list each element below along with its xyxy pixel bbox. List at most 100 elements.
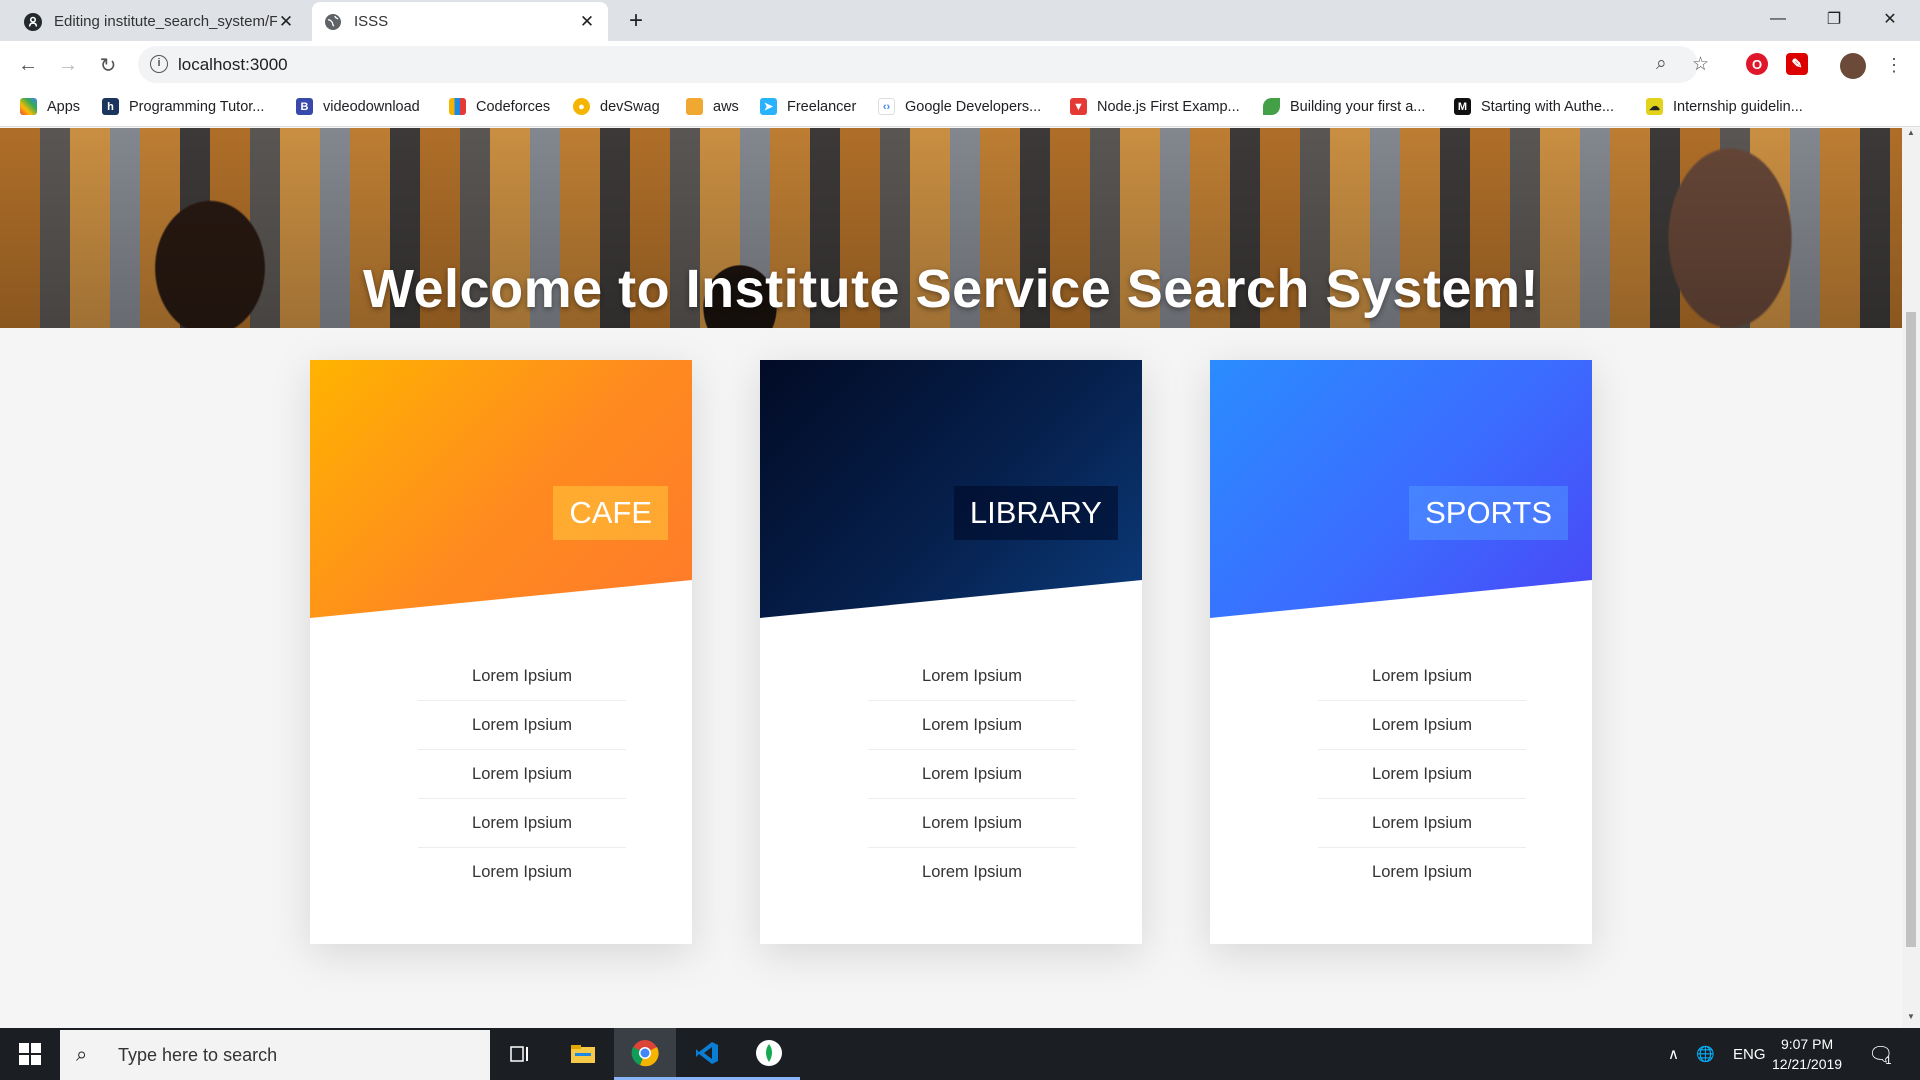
list-item[interactable]: Lorem Ipsium	[418, 799, 626, 848]
avatar[interactable]	[1840, 53, 1866, 79]
list-item[interactable]: Lorem Ipsium	[1318, 848, 1526, 897]
close-icon[interactable]: ✕	[277, 12, 295, 32]
bookmarks-bar: Apps h Programming Tutor... Bvideodownloa…	[0, 89, 1920, 127]
card-cafe[interactable]: CAFE Lorem Ipsium Lorem Ipsium Lorem Ips…	[310, 360, 692, 944]
clock-date: 12/21/2019	[1772, 1056, 1843, 1072]
clock-time: 9:07 PM	[1780, 1036, 1834, 1052]
card-list: Lorem Ipsium Lorem Ipsium Lorem Ipsium L…	[418, 652, 626, 897]
reload-icon[interactable]: ↻	[94, 51, 122, 79]
list-item[interactable]: Lorem Ipsium	[868, 701, 1076, 750]
opera-icon[interactable]: O	[1746, 53, 1768, 75]
close-icon[interactable]: ✕	[578, 12, 596, 32]
h-icon: h	[102, 98, 119, 115]
close-window-icon[interactable]: ✕	[1862, 0, 1918, 38]
list-item[interactable]: Lorem Ipsium	[1318, 652, 1526, 701]
github-icon	[24, 12, 42, 31]
card-list: Lorem Ipsium Lorem Ipsium Lorem Ipsium L…	[868, 652, 1076, 897]
tray-chevron-icon[interactable]: ∧	[1668, 1028, 1679, 1080]
windows-start-icon[interactable]	[0, 1028, 60, 1080]
clock[interactable]: 9:07 PM 12/21/2019	[1772, 1028, 1842, 1080]
triangle-icon: ▼	[1070, 98, 1087, 115]
list-item[interactable]: Lorem Ipsium	[418, 848, 626, 897]
search-icon: ⌕	[76, 1043, 88, 1066]
notification-count: 1	[1885, 1055, 1892, 1067]
restore-icon[interactable]: ❐	[1806, 0, 1862, 38]
sunglasses-icon: ●	[573, 98, 590, 115]
new-tab-button[interactable]: +	[621, 6, 651, 36]
page-scrollbar[interactable]: ▲ ▼	[1902, 128, 1920, 1028]
notification-icon[interactable]: 🗨 1	[1868, 1028, 1893, 1080]
scroll-up-icon[interactable]: ▲	[1902, 128, 1920, 144]
list-item[interactable]: Lorem Ipsium	[418, 652, 626, 701]
search-placeholder: Type here to search	[118, 1044, 278, 1065]
file-explorer-icon[interactable]	[552, 1028, 614, 1080]
card-title: SPORTS	[1409, 486, 1568, 540]
tab-editing[interactable]: Editing institute_search_system/F ✕	[12, 2, 307, 41]
bookmark-item[interactable]: h Programming Tutor...	[102, 98, 264, 115]
medium-icon: M	[1454, 98, 1471, 115]
tab-isss[interactable]: ISSS ✕	[312, 2, 608, 41]
bookmark-item[interactable]: ● devSwag	[573, 98, 660, 115]
star-icon[interactable]: ☆	[1692, 53, 1709, 76]
card-library[interactable]: LIBRARY Lorem Ipsium Lorem Ipsium Lorem …	[760, 360, 1142, 944]
list-item[interactable]: Lorem Ipsium	[418, 701, 626, 750]
codeforces-icon	[449, 98, 466, 115]
bookmark-item[interactable]: M Starting with Authe...	[1454, 98, 1614, 115]
scrollbar-thumb[interactable]	[1906, 312, 1916, 947]
leaf-icon	[1263, 98, 1280, 115]
bookmark-item[interactable]: ▼ Node.js First Examp...	[1070, 98, 1240, 115]
vscode-icon[interactable]	[676, 1028, 738, 1080]
list-item[interactable]: Lorem Ipsium	[868, 799, 1076, 848]
list-item[interactable]: Lorem Ipsium	[1318, 701, 1526, 750]
pdf-extension-icon[interactable]: ✎	[1786, 53, 1808, 75]
list-item[interactable]: Lorem Ipsium	[868, 750, 1076, 799]
globe-icon	[324, 13, 342, 31]
bookmark-item[interactable]: ➤ Freelancer	[760, 98, 856, 115]
card-list: Lorem Ipsium Lorem Ipsium Lorem Ipsium L…	[1318, 652, 1526, 897]
bookmark-item[interactable]: Bvideodownload	[296, 98, 420, 115]
list-item[interactable]: Lorem Ipsium	[868, 848, 1076, 897]
apps-grid-icon	[20, 98, 37, 115]
list-item[interactable]: Lorem Ipsium	[1318, 799, 1526, 848]
menu-dots-icon[interactable]: ⋮	[1880, 51, 1908, 79]
forward-icon[interactable]: →	[54, 51, 82, 79]
list-item[interactable]: Lorem Ipsium	[418, 750, 626, 799]
page-viewport: Welcome to Institute Service Search Syst…	[0, 128, 1902, 1028]
b-icon: B	[296, 98, 313, 115]
browser-tab-strip: Editing institute_search_system/F ✕ ISSS…	[0, 0, 1920, 41]
list-item[interactable]: Lorem Ipsium	[1318, 750, 1526, 799]
language-indicator[interactable]: ENG	[1733, 1028, 1766, 1080]
tab-title: ISSS	[354, 13, 389, 30]
address-url[interactable]: localhost:3000	[178, 55, 288, 75]
zoom-icon[interactable]: ⌕	[1656, 53, 1667, 75]
bookmark-item[interactable]: Building your first a...	[1263, 98, 1425, 115]
page-title: Welcome to Institute Service Search Syst…	[363, 259, 1539, 319]
bookmark-item[interactable]: ☁ Internship guidelin...	[1646, 98, 1803, 115]
browser-toolbar: ← → ↻ i localhost:3000 ⌕ ☆ O ✎ ⋮	[0, 41, 1920, 89]
card-title: CAFE	[553, 486, 668, 540]
address-bar[interactable]: i localhost:3000 ⌕ ☆	[138, 46, 1709, 83]
task-view-icon[interactable]	[490, 1028, 552, 1080]
tab-title: Editing institute_search_system/F	[54, 13, 277, 30]
info-icon[interactable]: i	[150, 55, 168, 73]
bookmark-item[interactable]: aws	[686, 98, 739, 115]
scroll-down-icon[interactable]: ▼	[1902, 1012, 1920, 1028]
hero-banner: Welcome to Institute Service Search Syst…	[0, 128, 1902, 328]
cube-icon	[686, 98, 703, 115]
card-sports[interactable]: SPORTS Lorem Ipsium Lorem Ipsium Lorem I…	[1210, 360, 1592, 944]
chrome-icon[interactable]	[614, 1028, 676, 1080]
minimize-icon[interactable]: —	[1750, 0, 1806, 38]
cloud-icon: ☁	[1646, 98, 1663, 115]
list-item[interactable]: Lorem Ipsium	[868, 652, 1076, 701]
bookmark-item[interactable]: ‹› Google Developers...	[878, 98, 1041, 115]
bookmark-item[interactable]: Codeforces	[449, 98, 550, 115]
mongodb-icon[interactable]	[738, 1028, 800, 1080]
bookmark-item[interactable]: Apps	[20, 98, 80, 115]
freelancer-icon: ➤	[760, 98, 777, 115]
network-icon[interactable]: 🌐	[1696, 1028, 1715, 1080]
back-icon[interactable]: ←	[14, 51, 42, 79]
card-title: LIBRARY	[953, 486, 1118, 540]
google-dev-icon: ‹›	[878, 98, 895, 115]
taskbar-search-input[interactable]: ⌕ Type here to search	[60, 1030, 490, 1080]
windows-taskbar: ⌕ Type here to search ∧ 🌐 ENG 9:07 PM 12…	[0, 1028, 1920, 1080]
